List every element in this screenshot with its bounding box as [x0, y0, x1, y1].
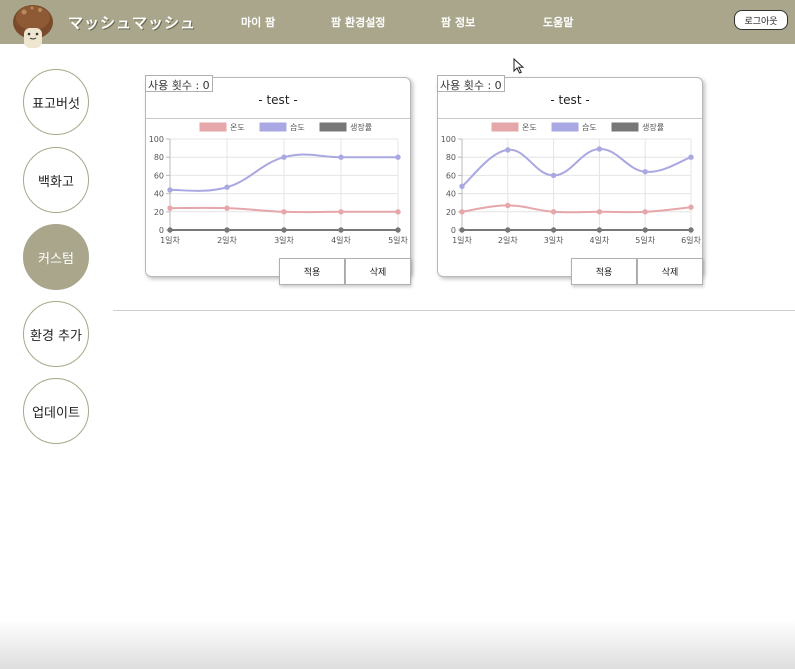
data-point — [459, 183, 465, 190]
legend-label: 습도 — [290, 123, 305, 132]
usage-count: 사용 횟수 : 0 — [145, 75, 213, 92]
x-tick-label: 3일차 — [274, 236, 294, 245]
data-point — [224, 227, 230, 233]
sidebar-item-add-environment[interactable]: 환경 추가 — [23, 301, 89, 367]
data-point — [642, 227, 648, 233]
y-tick-label: 0 — [159, 226, 164, 235]
nav-help[interactable]: 도움말 — [543, 14, 573, 30]
card-title: - test - — [550, 93, 590, 107]
legend-swatch — [199, 122, 227, 132]
logout-button[interactable]: 로그아웃 — [734, 10, 788, 30]
legend-swatch — [319, 122, 347, 132]
data-point — [338, 209, 344, 215]
mouse-cursor-icon — [513, 58, 525, 74]
legend-swatch — [491, 122, 519, 132]
nav-my-farm[interactable]: 마이 팜 — [241, 14, 275, 30]
data-point — [550, 209, 557, 215]
data-point — [642, 209, 648, 215]
y-tick-label: 100 — [441, 135, 456, 144]
data-point — [338, 227, 344, 233]
content-divider — [113, 310, 795, 311]
data-point — [550, 172, 557, 179]
x-tick-label: 2일차 — [498, 236, 518, 245]
data-point — [596, 209, 603, 215]
data-point — [167, 205, 173, 211]
brand-title[interactable]: マッシュマッシュ — [68, 12, 196, 33]
sidebar-item-custom[interactable]: 커스텀 — [23, 224, 89, 290]
data-point — [550, 227, 557, 233]
data-point — [596, 146, 603, 152]
y-tick-label: 40 — [446, 190, 456, 199]
data-point — [281, 227, 287, 233]
data-point — [395, 227, 401, 233]
x-tick-label: 5일차 — [635, 236, 655, 245]
data-point — [224, 205, 230, 211]
y-tick-label: 100 — [149, 135, 164, 144]
usage-count: 사용 횟수 : 0 — [437, 75, 505, 92]
legend-swatch — [611, 122, 639, 132]
y-tick-label: 80 — [446, 153, 456, 162]
data-point — [688, 204, 694, 210]
legend-label: 생장률 — [350, 122, 372, 132]
data-point — [281, 209, 287, 215]
x-tick-label: 5일차 — [388, 236, 408, 245]
data-point — [395, 154, 401, 160]
x-tick-label: 6일차 — [681, 236, 701, 245]
data-point — [338, 154, 344, 160]
sidebar-item-baekhwago[interactable]: 백화고 — [23, 147, 89, 213]
data-point — [167, 187, 173, 193]
apply-button[interactable]: 적용 — [279, 258, 345, 285]
data-point — [642, 169, 648, 175]
x-tick-label: 2일차 — [217, 236, 237, 245]
y-tick-label: 20 — [446, 208, 456, 217]
legend-label: 습도 — [582, 123, 597, 132]
x-tick-label: 1일차 — [452, 236, 472, 245]
nav-farm-info[interactable]: 팜 정보 — [441, 14, 475, 30]
environment-card: 사용 횟수 : 0 - test - 온도 습도 생장률 0 20 40 60 80 100 1일… — [437, 75, 703, 285]
bottom-fade — [0, 620, 795, 669]
nav-farm-settings[interactable]: 팜 환경설정 — [331, 14, 385, 30]
x-tick-label: 4일차 — [331, 236, 351, 245]
card-divider — [438, 118, 702, 119]
data-point — [459, 227, 465, 233]
delete-button[interactable]: 삭제 — [345, 258, 411, 285]
y-tick-label: 60 — [446, 171, 456, 180]
legend-swatch — [259, 122, 287, 132]
legend-swatch — [551, 122, 579, 132]
data-point — [224, 184, 230, 190]
delete-button[interactable]: 삭제 — [637, 258, 703, 285]
sidebar-item-update[interactable]: 업데이트 — [23, 378, 89, 444]
data-point — [505, 147, 511, 153]
data-point — [688, 227, 694, 233]
top-navbar: マッシュマッシュ 마이 팜 팜 환경설정 팜 정보 도움말 로그아웃 — [0, 0, 795, 48]
legend-label: 온도 — [522, 123, 537, 132]
environment-card: 사용 횟수 : 0 - test - 온도 습도 생장률 0 20 40 60 80 100 1일… — [145, 75, 411, 285]
y-tick-label: 0 — [451, 226, 456, 235]
card-divider — [146, 118, 410, 119]
data-point — [688, 154, 694, 160]
apply-button[interactable]: 적용 — [571, 258, 637, 285]
environment-line-chart: 온도 습도 생장률 0 20 40 60 80 100 1일차 2일차 3일차 4일차 5일차 6일차 — [441, 122, 702, 245]
card-title: - test - — [258, 93, 298, 107]
legend-label: 온도 — [230, 123, 245, 132]
data-point — [459, 209, 465, 215]
y-tick-label: 20 — [154, 208, 164, 217]
data-point — [596, 227, 603, 233]
environment-line-chart: 온도 습도 생장률 0 20 40 60 80 100 1일차 2일차 3일차 4일차 5일차 — [149, 122, 409, 245]
x-tick-label: 4일차 — [589, 236, 609, 245]
data-point — [167, 227, 173, 233]
data-point — [505, 202, 511, 209]
sidebar-item-pyogo[interactable]: 표고버섯 — [23, 69, 89, 135]
x-tick-label: 1일차 — [160, 236, 180, 245]
data-point — [505, 227, 511, 233]
data-point — [395, 209, 401, 215]
y-tick-label: 80 — [154, 153, 164, 162]
legend-label: 생장률 — [642, 122, 664, 132]
data-point — [281, 154, 287, 160]
y-tick-label: 60 — [154, 171, 164, 180]
series-line — [461, 148, 692, 188]
mushroom-logo-icon[interactable] — [12, 2, 54, 48]
x-tick-label: 3일차 — [544, 236, 564, 245]
y-tick-label: 40 — [154, 190, 164, 199]
